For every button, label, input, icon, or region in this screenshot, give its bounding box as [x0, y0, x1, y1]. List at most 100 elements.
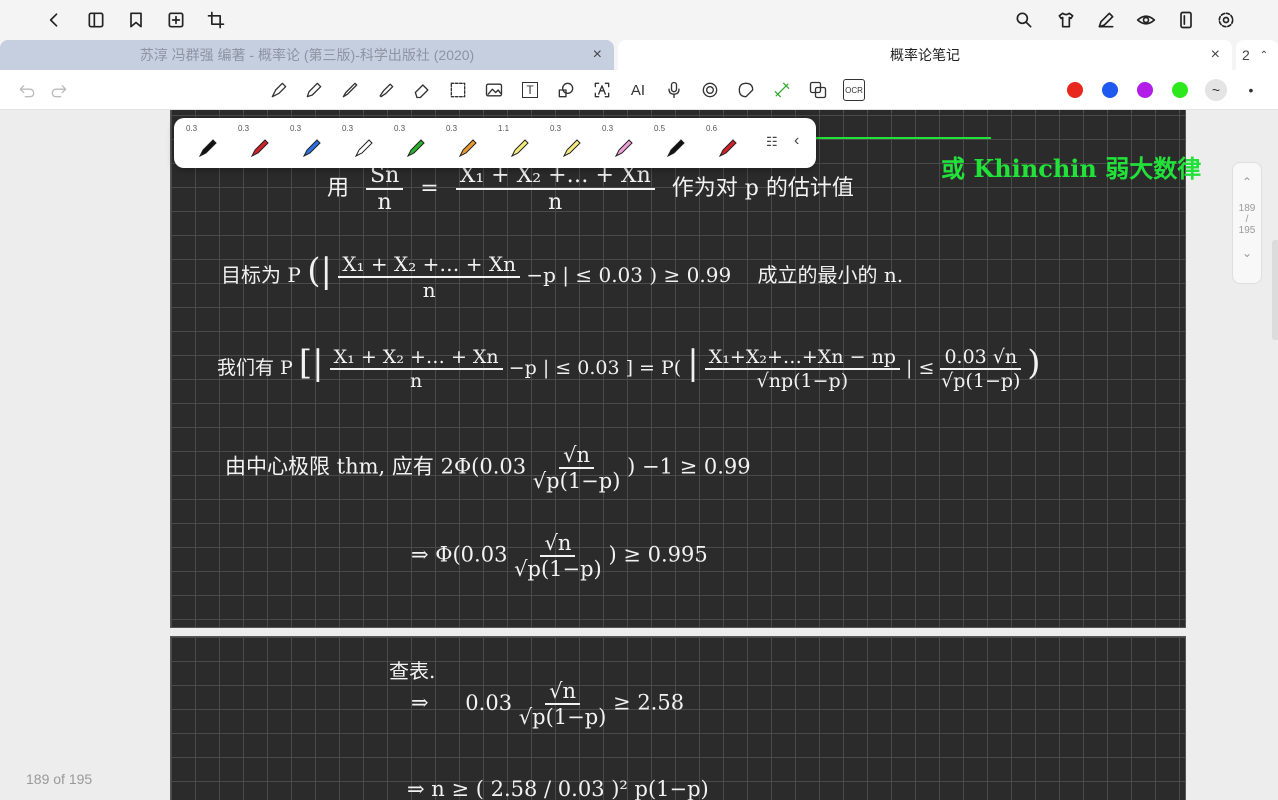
pen-size-label: 0.3: [342, 124, 354, 133]
tab-textbook-title: 苏淳 冯群强 编著 - 概率论 (第三版)-科学出版社 (2020): [139, 47, 475, 63]
pen-icon: [666, 139, 685, 158]
clt-line: 由中心极限 thm, 应有 2Φ(0.03 √n √p(1−p) ) −1 ≥ 0…: [225, 443, 751, 493]
pencil-icon[interactable]: [303, 79, 325, 101]
pen-preset[interactable]: 0.6: [704, 124, 748, 164]
color-green[interactable]: [1172, 82, 1188, 98]
final-line: ⇒ n ≥ ( 2.58 / 0.03 )² p(1−p): [407, 777, 709, 800]
page-layout-icon[interactable]: [1174, 8, 1198, 32]
highlighter-icon[interactable]: [375, 79, 397, 101]
pen-icon: [562, 139, 581, 158]
goal-line: 目标为 P (| X₁ + X₂ +… + Xn n −p | ≤ 0.03 ) …: [221, 251, 904, 302]
side-panel-handle[interactable]: [1272, 240, 1278, 340]
tab-bar: 苏淳 冯群强 编著 - 概率论 (第三版)-科学出版社 (2020) × 概率论…: [0, 40, 1278, 70]
eye-icon[interactable]: [1134, 8, 1158, 32]
pen-edit-icon[interactable]: [1094, 8, 1118, 32]
translate-icon[interactable]: [807, 79, 829, 101]
close-icon[interactable]: ×: [1211, 46, 1220, 64]
drawing-toolbar: T AI OCR ~ •: [0, 70, 1278, 110]
lookup-line: ⇒ 0.03 √n √p(1−p) ≥ 2.58: [411, 679, 685, 729]
pen-preset[interactable]: 0.3: [236, 124, 280, 164]
note-page-189[interactable]: 或 Khinchin 弱大数律 用 Sn n = X₁ + X₂ +… + Xn n…: [170, 110, 1201, 628]
text-recognize-icon[interactable]: [591, 79, 613, 101]
eraser-icon[interactable]: [411, 79, 433, 101]
tab-count-label: 2: [1242, 47, 1250, 63]
page-indicator: 189 of 195: [26, 771, 93, 787]
phi-line: ⇒ Φ(0.03 √n √p(1−p) ) ≥ 0.995: [411, 531, 708, 581]
pen-icon: [614, 139, 633, 158]
back-icon[interactable]: [42, 8, 66, 32]
sidebar-icon[interactable]: [84, 8, 108, 32]
we-have-line: 我们有 P [| X₁ + X₂ +… + Xn n −p | ≤ 0.03 ] …: [217, 343, 1041, 392]
scroller-total: 195: [1238, 225, 1256, 236]
more-options-icon[interactable]: •: [1240, 79, 1262, 101]
laser-pointer-icon[interactable]: [771, 79, 793, 101]
pen-size-label: 0.3: [238, 124, 250, 133]
pen-preset[interactable]: 1.1: [496, 124, 540, 164]
add-page-icon[interactable]: [164, 8, 188, 32]
pen-icon: [302, 139, 321, 158]
color-purple[interactable]: [1137, 82, 1153, 98]
pen-preset[interactable]: 0.3: [184, 124, 228, 164]
tab-textbook[interactable]: 苏淳 冯群强 编著 - 概率论 (第三版)-科学出版社 (2020) ×: [0, 40, 614, 70]
pen-size-label: 0.3: [394, 124, 406, 133]
ai-icon[interactable]: AI: [627, 79, 649, 101]
bookmark-icon[interactable]: [124, 8, 148, 32]
tab-count[interactable]: 2 ⌃: [1236, 40, 1278, 70]
pen-preset[interactable]: 0.3: [340, 124, 384, 164]
pen-preset[interactable]: 0.3: [548, 124, 592, 164]
pen-size-label: 0.3: [602, 124, 614, 133]
microphone-icon[interactable]: [663, 79, 685, 101]
pen-icon: [510, 139, 529, 158]
collapse-chevron-icon[interactable]: ‹: [794, 132, 799, 150]
note-page-190[interactable]: 查表. ⇒ 0.03 √n √p(1−p) ≥ 2.58 ⇒ n ≥ ( 2.58…: [170, 636, 1186, 800]
color-red[interactable]: [1067, 82, 1083, 98]
pen-size-label: 0.3: [446, 124, 458, 133]
pen-size-label: 1.1: [498, 124, 510, 133]
pen-presets-bar: ☷ ‹ 0.3 0.3 0.3 0.3 0.3 0.3 1.1 0.3 0.3 0.5 0.6: [174, 118, 816, 168]
chevron-down-icon[interactable]: ⌄: [1233, 246, 1261, 260]
gear-icon[interactable]: [1214, 8, 1238, 32]
chevron-up-icon[interactable]: ⌃: [1233, 175, 1261, 189]
scroller-sep: /: [1245, 214, 1249, 225]
crop-icon[interactable]: [204, 8, 228, 32]
pen-preset[interactable]: 0.5: [652, 124, 696, 164]
scroller-current: 189: [1238, 203, 1256, 214]
pen-preset[interactable]: 0.3: [600, 124, 644, 164]
image-icon[interactable]: [483, 79, 505, 101]
pen-size-label: 0.5: [654, 124, 666, 133]
estimator-line: 用 Sn n = X₁ + X₂ +… + Xn n 作为对 p 的估计值: [327, 163, 854, 215]
undo-icon[interactable]: [16, 79, 38, 101]
pen-preset[interactable]: 0.3: [444, 124, 488, 164]
color-blue[interactable]: [1102, 82, 1118, 98]
lasso-select-icon[interactable]: [447, 79, 469, 101]
chevron-up-icon: ⌃: [1259, 49, 1269, 61]
pen-icon: [354, 139, 373, 158]
ocr-icon[interactable]: OCR: [843, 79, 865, 101]
pen-size-label: 0.3: [186, 124, 198, 133]
search-icon[interactable]: [1012, 8, 1036, 32]
audio-record-icon[interactable]: [699, 79, 721, 101]
stroke-style-icon[interactable]: ~: [1205, 79, 1227, 101]
preset-list-icon[interactable]: ☷: [766, 134, 778, 150]
fountain-pen-icon[interactable]: [268, 79, 290, 101]
tab-notes[interactable]: 概率论笔记 ×: [618, 40, 1232, 70]
khinchin-note: 或 Khinchin 弱大数律: [941, 154, 1202, 183]
close-icon[interactable]: ×: [593, 46, 602, 64]
shirt-icon[interactable]: [1054, 8, 1078, 32]
shape-icon[interactable]: [555, 79, 577, 101]
pen-preset[interactable]: 0.3: [392, 124, 436, 164]
note-workspace[interactable]: 或 Khinchin 弱大数律 用 Sn n = X₁ + X₂ +… + Xn n…: [0, 110, 1278, 800]
brush-icon[interactable]: [339, 79, 361, 101]
tab-notes-title: 概率论笔记: [890, 47, 960, 63]
pen-icon: [250, 139, 269, 158]
redo-icon[interactable]: [48, 79, 70, 101]
top-bar: [0, 0, 1278, 40]
pen-icon: [406, 139, 425, 158]
pen-preset[interactable]: 0.3: [288, 124, 332, 164]
text-box-icon[interactable]: T: [519, 79, 541, 101]
pen-icon: [458, 139, 477, 158]
sticker-icon[interactable]: [735, 79, 757, 101]
pen-icon: [718, 139, 737, 158]
page-scroller[interactable]: ⌃ 189 / 195 ⌄: [1232, 162, 1262, 284]
pen-size-label: 0.6: [706, 124, 718, 133]
